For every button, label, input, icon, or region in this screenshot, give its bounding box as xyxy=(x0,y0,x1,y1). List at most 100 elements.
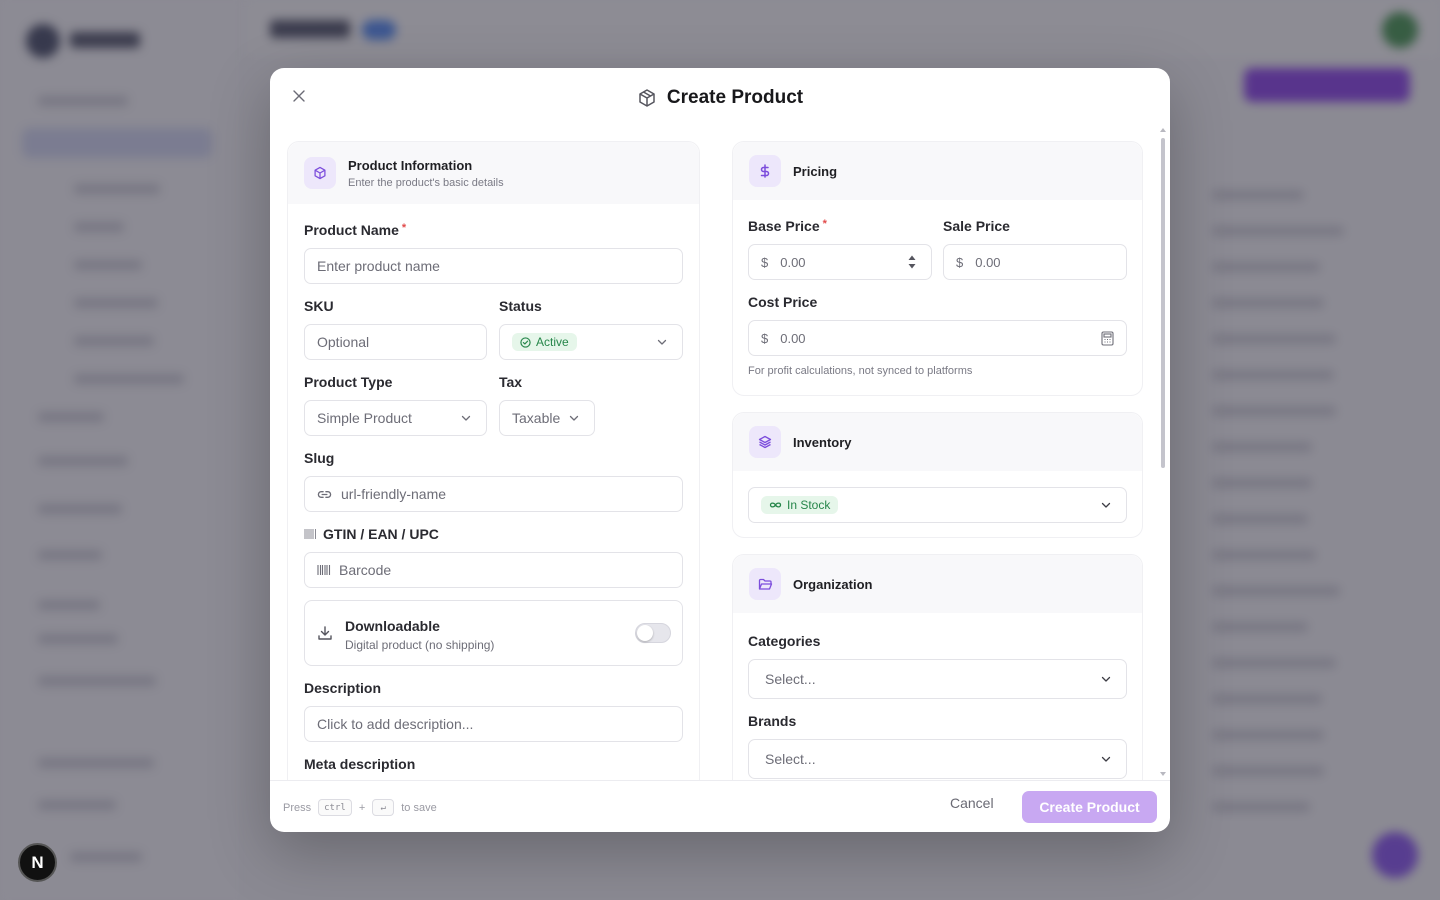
status-select[interactable]: Active xyxy=(499,324,683,360)
barcode-icon xyxy=(304,529,316,539)
hint-plus: + xyxy=(358,801,366,814)
product-type-label: Product Type xyxy=(304,374,393,390)
cost-price-label: Cost Price xyxy=(748,294,818,310)
status-value: Active xyxy=(536,335,569,349)
dialog-footer: Press ctrl + ↵ to save Cancel Create Pro… xyxy=(270,780,1170,832)
stock-status-value: In Stock xyxy=(787,498,831,512)
sku-placeholder: Optional xyxy=(317,334,370,350)
dialog-header: Create Product xyxy=(270,84,1170,112)
chevron-down-icon xyxy=(569,415,579,421)
dollar-icon xyxy=(749,155,781,187)
gtin-input[interactable]: Barcode xyxy=(304,552,683,588)
section-header: Inventory xyxy=(733,413,1142,471)
gtin-label-text: GTIN / EAN / UPC xyxy=(323,526,439,542)
hint-suffix: to save xyxy=(401,801,437,814)
package-icon xyxy=(639,89,655,107)
cost-price-help: For profit calculations, not synced to p… xyxy=(748,365,973,377)
stock-status-select[interactable]: In Stock xyxy=(748,487,1127,523)
product-name-input[interactable]: Enter product name xyxy=(304,248,683,284)
sale-price-input[interactable]: $ 0.00 xyxy=(943,244,1127,280)
hint-press: Press xyxy=(283,801,312,814)
infinity-icon xyxy=(769,502,782,508)
downloadable-title: Downloadable xyxy=(345,618,440,634)
cancel-button[interactable]: Cancel xyxy=(950,795,994,819)
status-badge: Active xyxy=(512,333,577,351)
product-information-section: Product Information Enter the product's … xyxy=(287,141,700,780)
barcode-icon xyxy=(317,565,331,575)
product-type-value: Simple Product xyxy=(317,410,412,426)
categories-select[interactable]: Select... xyxy=(748,659,1127,699)
inventory-section: Inventory In Stock xyxy=(732,412,1143,538)
organization-section: Organization Categories Select... Brands… xyxy=(732,554,1143,780)
brands-select[interactable]: Select... xyxy=(748,739,1127,779)
brands-label: Brands xyxy=(748,713,797,729)
base-price-placeholder: 0.00 xyxy=(780,254,806,270)
downloadable-toggle[interactable] xyxy=(635,623,671,643)
section-header: Product Information Enter the product's … xyxy=(288,142,699,204)
currency-symbol: $ xyxy=(956,254,964,270)
base-price-label-text: Base Price xyxy=(748,218,820,234)
section-title: Product Information xyxy=(348,157,473,173)
create-product-dialog: Create Product Product Information Enter… xyxy=(270,68,1170,832)
currency-symbol: $ xyxy=(761,330,769,346)
currency-symbol: $ xyxy=(761,254,769,270)
description-input[interactable]: Click to add description... xyxy=(304,706,683,742)
create-product-button[interactable]: Create Product xyxy=(1022,791,1157,823)
pricing-section: Pricing Base Price * $ 0.00 Sale Price $ … xyxy=(732,141,1143,396)
base-price-input[interactable]: $ 0.00 xyxy=(748,244,932,280)
dialog-body[interactable]: Product Information Enter the product's … xyxy=(270,128,1170,780)
calculator-icon[interactable] xyxy=(1101,331,1114,346)
tax-label: Tax xyxy=(499,374,523,390)
categories-label: Categories xyxy=(748,633,821,649)
folder-icon xyxy=(749,568,781,600)
section-subtitle: Enter the product's basic details xyxy=(348,176,504,189)
status-label: Status xyxy=(499,298,542,314)
cost-price-input[interactable]: $ 0.00 xyxy=(748,320,1127,356)
layers-icon xyxy=(749,426,781,458)
dev-tools-badge[interactable]: N xyxy=(18,843,57,882)
base-price-label: Base Price * xyxy=(748,218,827,234)
stock-status-badge: In Stock xyxy=(761,496,839,514)
chevron-down-icon xyxy=(1101,676,1111,682)
ctrl-key: ctrl xyxy=(318,799,352,816)
sku-input[interactable]: Optional xyxy=(304,324,487,360)
product-name-label-text: Product Name xyxy=(304,222,399,238)
package-icon xyxy=(304,157,336,189)
toggle-knob xyxy=(637,625,653,641)
slug-input[interactable]: url-friendly-name xyxy=(304,476,683,512)
tax-select[interactable]: Taxable xyxy=(499,400,595,436)
slug-placeholder: url-friendly-name xyxy=(341,486,447,502)
chevron-down-icon xyxy=(1101,756,1111,762)
chevron-down-icon xyxy=(461,415,471,421)
required-mark: * xyxy=(401,222,407,234)
gtin-placeholder: Barcode xyxy=(339,562,392,578)
enter-key: ↵ xyxy=(372,799,395,816)
dialog-title: Create Product xyxy=(666,87,804,108)
product-type-select[interactable]: Simple Product xyxy=(304,400,487,436)
sale-price-label: Sale Price xyxy=(943,218,1010,234)
keyboard-hint: Press ctrl + ↵ to save xyxy=(283,799,437,816)
required-mark: * xyxy=(822,218,827,230)
description-placeholder: Click to add description... xyxy=(317,716,474,732)
tax-value: Taxable xyxy=(512,410,561,426)
product-name-placeholder: Enter product name xyxy=(317,258,440,274)
categories-placeholder: Select... xyxy=(765,671,816,687)
product-name-label: Product Name * xyxy=(304,222,406,238)
scrollbar-thumb[interactable] xyxy=(1161,138,1165,468)
link-icon xyxy=(317,490,332,498)
section-header: Pricing xyxy=(733,142,1142,200)
cost-price-placeholder: 0.00 xyxy=(780,330,806,346)
section-header: Organization xyxy=(733,555,1142,613)
description-label: Description xyxy=(304,680,382,696)
downloadable-subtitle: Digital product (no shipping) xyxy=(345,638,495,652)
chevron-down-icon xyxy=(1101,502,1111,508)
scroll-up-icon[interactable] xyxy=(1160,128,1166,132)
check-circle-icon xyxy=(520,336,531,348)
gtin-label: GTIN / EAN / UPC xyxy=(304,526,439,542)
download-icon xyxy=(318,626,332,640)
brands-placeholder: Select... xyxy=(765,751,816,767)
downloadable-card: Downloadable Digital product (no shippin… xyxy=(304,600,683,666)
stepper-icon[interactable] xyxy=(907,253,917,271)
scroll-down-icon[interactable] xyxy=(1160,772,1166,776)
scrollbar[interactable] xyxy=(1160,128,1166,776)
